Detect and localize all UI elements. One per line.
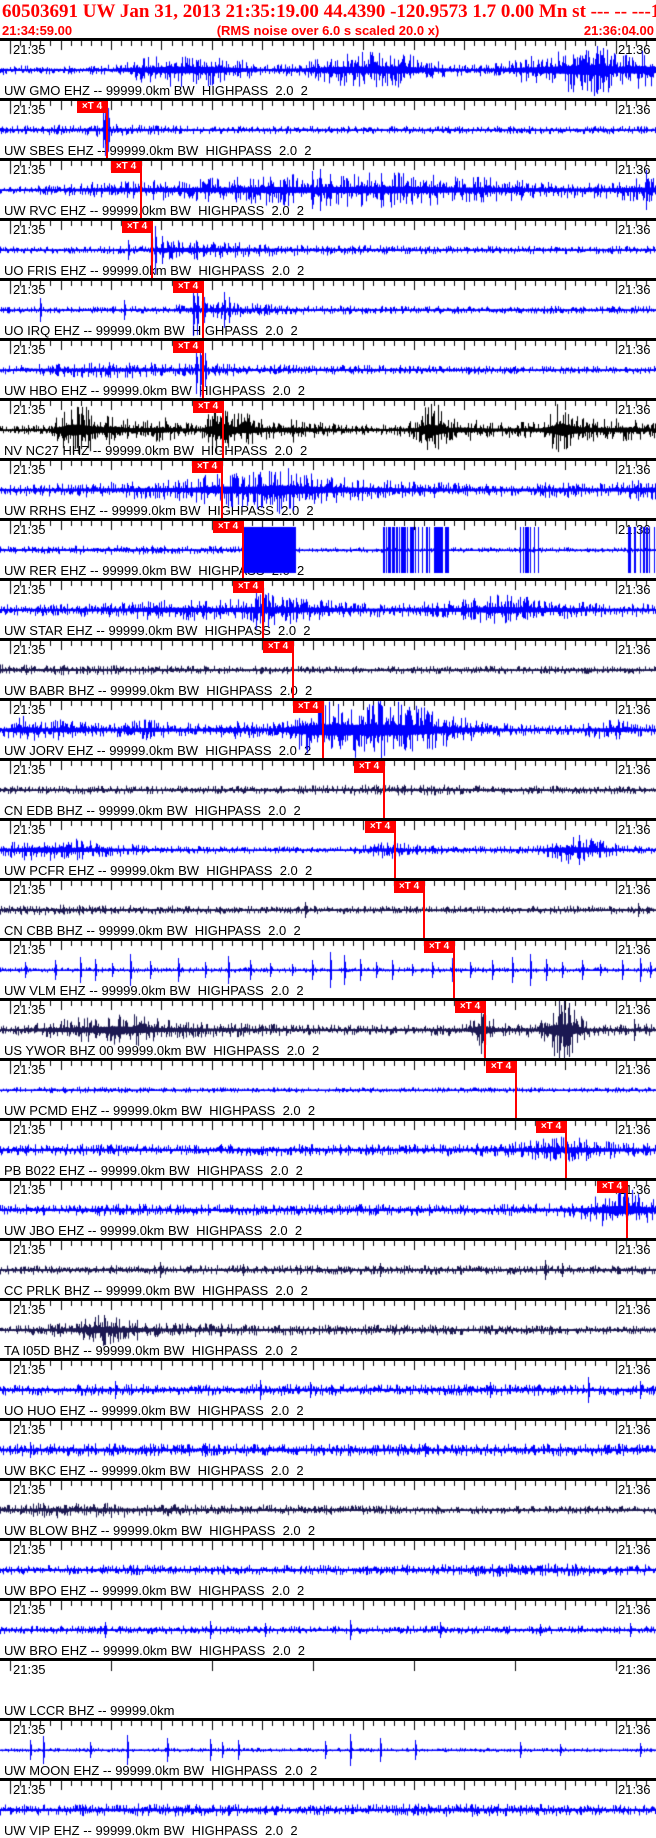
waveform-canvas[interactable] <box>0 221 656 278</box>
trace-row[interactable]: 21:35 21:36 UW RRHS EHZ -- 99999.0km BW … <box>0 458 656 518</box>
pick-flag[interactable]: ×T 4 <box>193 401 223 413</box>
trace-row[interactable]: 21:35 21:36 UW MOON EHZ -- 99999.0km BW … <box>0 1718 656 1778</box>
trace-row[interactable]: 21:35 21:36 UW RVC EHZ -- 99999.0km BW H… <box>0 158 656 218</box>
waveform-canvas[interactable] <box>0 1541 656 1598</box>
pick-flag[interactable]: ×T 4 <box>455 1001 485 1013</box>
waveform-canvas[interactable] <box>0 461 656 518</box>
pick-flag[interactable]: ×T 4 <box>233 581 263 593</box>
trace-row[interactable]: 21:35 21:36 UO IRQ EHZ -- 99999.0km BW H… <box>0 278 656 338</box>
trace-row[interactable]: 21:35 21:36 NV NC27 HHZ -- 99999.0km BW … <box>0 398 656 458</box>
waveform-canvas[interactable] <box>0 161 656 218</box>
trace-row[interactable]: 21:35 21:36 CC PRLK BHZ -- 99999.0km BW … <box>0 1238 656 1298</box>
pick-flag[interactable]: ×T 4 <box>173 341 203 353</box>
pick-flag[interactable]: ×T 4 <box>536 1121 566 1133</box>
trace-row[interactable]: 21:35 21:36 UW BLOW BHZ -- 99999.0km BW … <box>0 1478 656 1538</box>
trace-row[interactable]: 21:35 21:36 UW JBO EHZ -- 99999.0km BW H… <box>0 1178 656 1238</box>
event-title-line: 60503691 UW Jan 31, 2013 21:35:19.00 44.… <box>2 1 656 23</box>
trace-row[interactable]: 21:35 21:36 PB B022 EHZ -- 99999.0km BW … <box>0 1118 656 1178</box>
trace-row[interactable]: 21:35 21:36 UW HBO EHZ -- 99999.0km BW H… <box>0 338 656 398</box>
waveform-canvas[interactable] <box>0 1601 656 1658</box>
pick-flag[interactable]: ×T 4 <box>486 1061 516 1073</box>
trace-row[interactable]: 21:35 21:36 UO HUO EHZ -- 99999.0km BW H… <box>0 1358 656 1418</box>
trace-row[interactable]: 21:35 21:36 UW LCCR BHZ -- 99999.0km <box>0 1658 656 1718</box>
event-summary-flag: -1 <box>644 1 656 22</box>
pick-flag[interactable]: ×T 4 <box>394 881 424 893</box>
waveform-canvas[interactable] <box>0 641 656 698</box>
waveform-canvas[interactable] <box>0 1301 656 1358</box>
trace-row[interactable]: 21:35 21:36 US YWOR BHZ 00 99999.0km BW … <box>0 998 656 1058</box>
pick-flag[interactable]: ×T 4 <box>597 1181 627 1193</box>
waveform-canvas[interactable] <box>0 521 656 578</box>
window-start-time: 21:34:59.00 <box>2 23 73 38</box>
trace-row[interactable]: 21:35 21:36 UW STAR EHZ -- 99999.0km BW … <box>0 578 656 638</box>
trace-row[interactable]: 21:35 21:36 UW PCMD EHZ -- 99999.0km BW … <box>0 1058 656 1118</box>
trace-row[interactable]: 21:35 21:36 UW RER EHZ -- 99999.0km BW H… <box>0 518 656 578</box>
pick-flag[interactable]: ×T 4 <box>173 281 203 293</box>
pick-flag[interactable]: ×T 4 <box>192 461 222 473</box>
waveform-canvas[interactable] <box>0 41 656 98</box>
pick-flag[interactable]: ×T 4 <box>213 521 243 533</box>
waveform-canvas[interactable] <box>0 761 656 818</box>
trace-row[interactable]: 21:35 21:36 UW JORV EHZ -- 99999.0km BW … <box>0 698 656 758</box>
window-info-line: 21:34:59.00 (RMS noise over 6.0 s scaled… <box>2 23 654 38</box>
event-summary-text: 60503691 UW Jan 31, 2013 21:35:19.00 44.… <box>2 1 645 22</box>
pick-flag[interactable]: ×T 4 <box>122 221 152 233</box>
trace-row[interactable]: 21:35 21:36 CN CBB BHZ -- 99999.0km BW H… <box>0 878 656 938</box>
pick-flag[interactable]: ×T 4 <box>263 641 293 653</box>
waveform-canvas[interactable] <box>0 941 656 998</box>
trace-row[interactable]: 21:35 21:36 UO FRIS EHZ -- 99999.0km BW … <box>0 218 656 278</box>
seismogram-viewer-window: { "header": { "title_left": "60503691 UW… <box>0 0 656 1838</box>
waveform-canvas[interactable] <box>0 1721 656 1778</box>
trace-row[interactable]: 21:35 21:36 UW PCFR EHZ -- 99999.0km BW … <box>0 818 656 878</box>
waveform-canvas[interactable] <box>0 1181 656 1238</box>
trace-row[interactable]: 21:35 21:36 UW BKC EHZ -- 99999.0km BW H… <box>0 1418 656 1478</box>
trace-list: 21:35 21:36 UW GMO EHZ -- 99999.0km BW H… <box>0 38 656 1838</box>
trace-row[interactable]: 21:35 21:36 UW BPO EHZ -- 99999.0km BW H… <box>0 1538 656 1598</box>
event-header: 60503691 UW Jan 31, 2013 21:35:19.00 44.… <box>0 0 656 38</box>
waveform-canvas[interactable] <box>0 1061 656 1118</box>
waveform-canvas[interactable] <box>0 881 656 938</box>
waveform-canvas[interactable] <box>0 821 656 878</box>
waveform-canvas[interactable] <box>0 1781 656 1838</box>
pick-flag[interactable]: ×T 4 <box>77 101 107 113</box>
trace-row[interactable]: 21:35 21:36 CN EDB BHZ -- 99999.0km BW H… <box>0 758 656 818</box>
window-end-time: 21:36:04.00 <box>583 23 654 38</box>
trace-row[interactable]: 21:35 21:36 UW BRO EHZ -- 99999.0km BW H… <box>0 1598 656 1658</box>
waveform-canvas[interactable] <box>0 581 656 638</box>
pick-flag[interactable]: ×T 4 <box>354 761 384 773</box>
trace-row[interactable]: 21:35 21:36 UW GMO EHZ -- 99999.0km BW H… <box>0 38 656 98</box>
trace-row[interactable]: 21:35 21:36 UW BABR BHZ -- 99999.0km BW … <box>0 638 656 698</box>
waveform-canvas[interactable] <box>0 1421 656 1478</box>
trace-row[interactable]: 21:35 21:36 UW VLM EHZ -- 99999.0km BW H… <box>0 938 656 998</box>
trace-row[interactable]: 21:35 21:36 UW SBES EHZ -- 99999.0km BW … <box>0 98 656 158</box>
pick-flag[interactable]: ×T 4 <box>424 941 454 953</box>
pick-flag[interactable]: ×T 4 <box>365 821 395 833</box>
trace-row[interactable]: 21:35 21:36 UW VIP EHZ -- 99999.0km BW H… <box>0 1778 656 1838</box>
rms-scaling-note: (RMS noise over 6.0 s scaled 20.0 x) <box>216 23 440 38</box>
trace-row[interactable]: 21:35 21:36 TA I05D BHZ -- 99999.0km BW … <box>0 1298 656 1358</box>
waveform-canvas[interactable] <box>0 1661 656 1718</box>
waveform-canvas[interactable] <box>0 1001 656 1058</box>
waveform-canvas[interactable] <box>0 1361 656 1418</box>
waveform-canvas[interactable] <box>0 1481 656 1538</box>
waveform-canvas[interactable] <box>0 401 656 458</box>
pick-flag[interactable]: ×T 4 <box>293 701 323 713</box>
pick-flag[interactable]: ×T 4 <box>111 161 141 173</box>
waveform-canvas[interactable] <box>0 701 656 758</box>
waveform-canvas[interactable] <box>0 341 656 398</box>
waveform-canvas[interactable] <box>0 281 656 338</box>
waveform-canvas[interactable] <box>0 1241 656 1298</box>
